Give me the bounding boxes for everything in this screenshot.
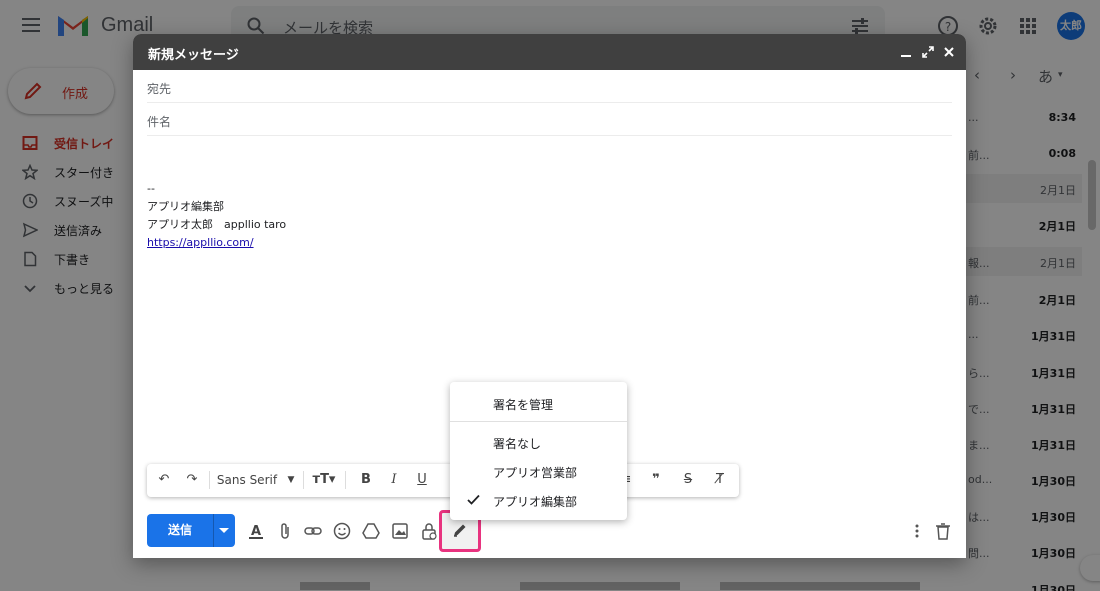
- strikethrough-icon[interactable]: S: [679, 471, 697, 489]
- menu-item-label: アプリオ編集部: [493, 495, 578, 509]
- checkmark-icon: [467, 494, 480, 505]
- undo-icon[interactable]: ↶: [155, 471, 173, 489]
- subject-label: 件名: [147, 115, 172, 129]
- text-format-icon[interactable]: A: [246, 521, 266, 541]
- clear-formatting-icon[interactable]: T̸: [711, 471, 729, 489]
- formatting-toolbar: ↶ ↷ Sans Serif ▼ ᴛT▾ B I U ≡ ❞ S T̸: [147, 464, 739, 497]
- subject-field[interactable]: 件名: [147, 103, 952, 136]
- compose-header: 新規メッセージ: [133, 34, 966, 70]
- send-label: 送信: [167, 523, 192, 537]
- menu-item-label: 署名を管理: [493, 398, 554, 412]
- underline-icon[interactable]: U: [413, 471, 431, 489]
- emoji-icon[interactable]: [332, 521, 352, 541]
- italic-icon[interactable]: I: [385, 471, 403, 489]
- signature-option-editorial[interactable]: アプリオ編集部: [450, 487, 627, 513]
- minimize-icon[interactable]: [898, 44, 914, 60]
- confidential-mode-icon[interactable]: [419, 521, 439, 541]
- message-body[interactable]: -- アプリオ編集部 アプリオ太郎 appllio taro https://a…: [147, 180, 286, 252]
- signature-line: アプリオ編集部: [147, 200, 224, 213]
- close-icon[interactable]: [941, 44, 957, 60]
- expand-icon[interactable]: [920, 44, 936, 60]
- more-options-icon[interactable]: [907, 521, 927, 541]
- compose-title: 新規メッセージ: [148, 48, 239, 63]
- signature-menu: 署名を管理 署名なし アプリオ営業部 アプリオ編集部: [450, 382, 627, 520]
- to-label: 宛先: [147, 82, 172, 96]
- manage-signatures-item[interactable]: 署名を管理: [450, 390, 627, 416]
- to-field[interactable]: 宛先: [147, 70, 952, 103]
- attach-icon[interactable]: [275, 521, 295, 541]
- text-size-icon[interactable]: ᴛT▾: [309, 471, 339, 489]
- drive-icon[interactable]: [361, 521, 381, 541]
- signature-line: アプリオ太郎 appllio taro: [147, 218, 287, 231]
- font-select[interactable]: Sans Serif: [215, 471, 279, 489]
- trash-icon[interactable]: [933, 521, 953, 541]
- menu-item-label: アプリオ営業部: [493, 466, 578, 480]
- chevron-down-icon[interactable]: ▼: [285, 471, 297, 489]
- svg-text:A: A: [251, 524, 261, 539]
- signature-link[interactable]: https://appllio.com/: [147, 236, 254, 249]
- signature-separator: --: [147, 182, 155, 195]
- photo-icon[interactable]: [390, 521, 410, 541]
- send-button[interactable]: 送信: [147, 514, 235, 547]
- bold-icon[interactable]: B: [357, 471, 375, 489]
- quote-icon[interactable]: ❞: [647, 471, 665, 489]
- pen-icon: [454, 524, 466, 537]
- signature-option-sales[interactable]: アプリオ営業部: [450, 458, 627, 484]
- schedule-send-chevron-icon[interactable]: [219, 528, 229, 533]
- redo-icon[interactable]: ↷: [183, 471, 201, 489]
- link-icon[interactable]: [303, 521, 323, 541]
- menu-divider: [450, 421, 627, 422]
- signature-option-none[interactable]: 署名なし: [450, 429, 627, 455]
- menu-item-label: 署名なし: [493, 437, 542, 451]
